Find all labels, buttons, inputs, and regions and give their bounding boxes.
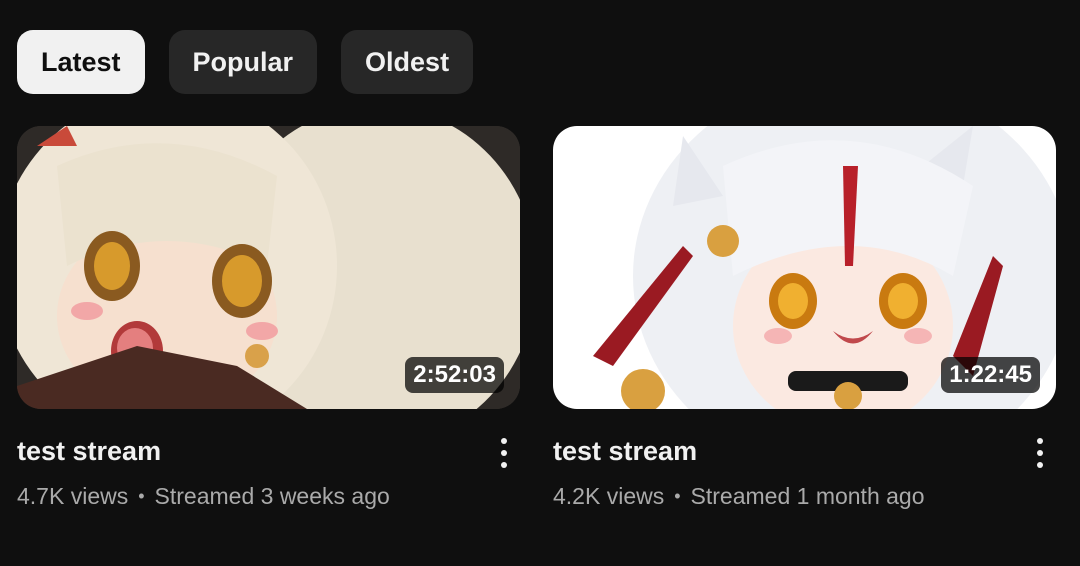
video-stats: 4.7K views • Streamed 3 weeks ago [17,483,520,510]
meta-separator: • [138,486,145,506]
video-duration: 2:52:03 [405,357,504,393]
view-count: 4.7K views [17,483,129,509]
chip-oldest[interactable]: Oldest [341,30,474,94]
video-thumbnail[interactable]: 2:52:03 [17,126,520,409]
video-details: test stream 4.2K views • Streamed 1 mont… [553,435,1056,510]
video-stats: 4.2K views • Streamed 1 month ago [553,483,1056,510]
video-card: 1:22:45 test stream 4.2K views • Streame… [553,126,1056,510]
more-options-icon[interactable] [492,435,516,471]
chip-popular[interactable]: Popular [168,30,318,94]
stream-age: Streamed 3 weeks ago [154,483,390,509]
meta-separator: • [674,486,681,506]
video-details: test stream 4.7K views • Streamed 3 week… [17,435,520,510]
video-card: 2:52:03 test stream 4.7K views • Streame… [17,126,520,510]
video-title[interactable]: test stream [553,435,1056,467]
video-duration: 1:22:45 [941,357,1040,393]
more-options-icon[interactable] [1028,435,1052,471]
chip-latest[interactable]: Latest [17,30,145,94]
view-count: 4.2K views [553,483,665,509]
video-title[interactable]: test stream [17,435,520,467]
video-thumbnail[interactable]: 1:22:45 [553,126,1056,409]
filter-chips: Latest Popular Oldest [17,30,474,94]
stream-age: Streamed 1 month ago [690,483,925,509]
